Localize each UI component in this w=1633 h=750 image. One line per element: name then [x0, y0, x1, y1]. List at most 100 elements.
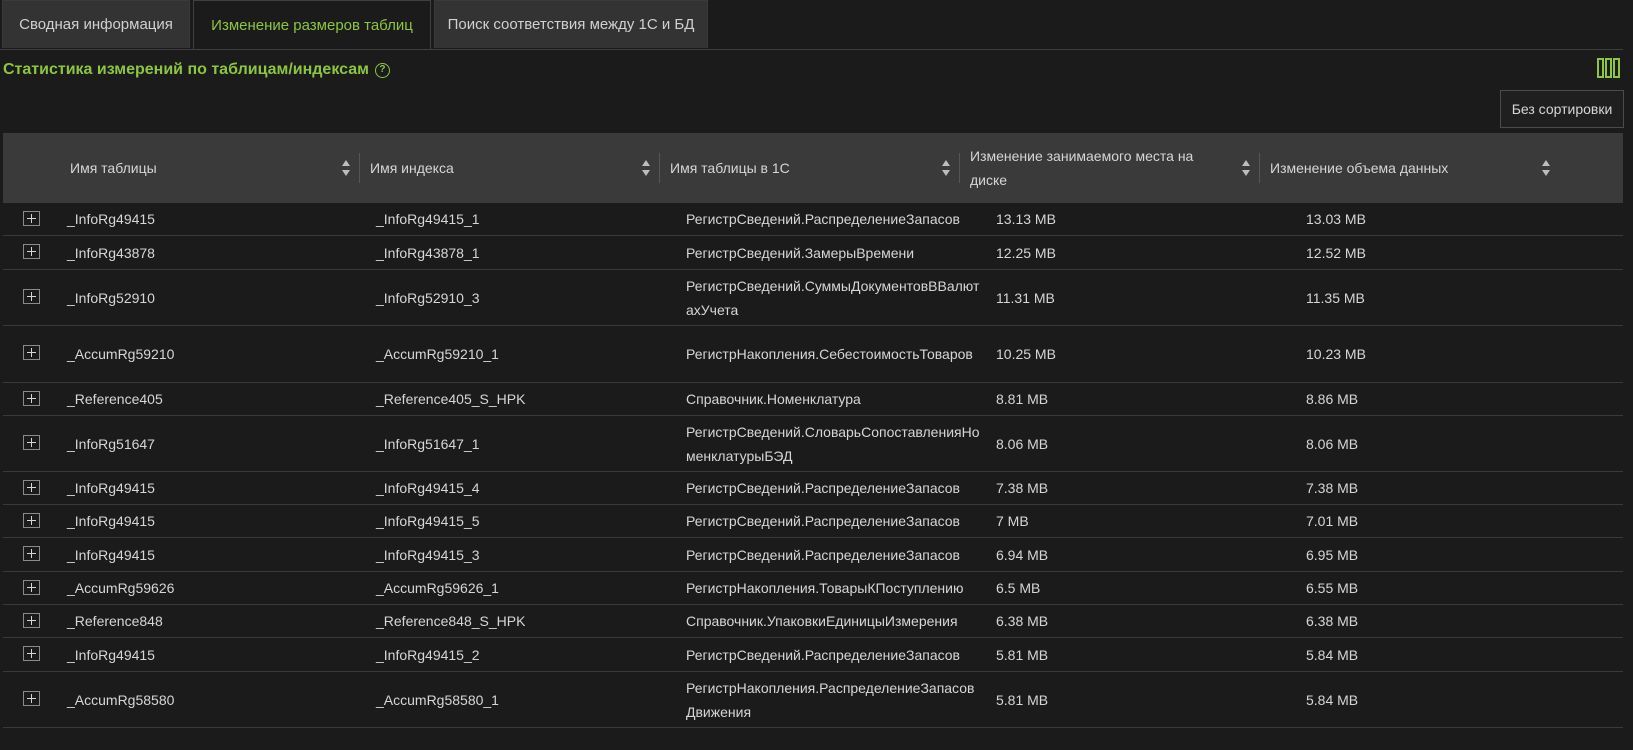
tab-summary[interactable]: Сводная информация — [2, 0, 190, 48]
cell-data-change: 8.06 MB — [1306, 435, 1359, 452]
cell-data-change: 8.86 MB — [1306, 391, 1359, 407]
column-header-data-change[interactable]: Изменение объема данных — [1259, 133, 1559, 203]
expand-row-icon[interactable] — [23, 646, 40, 661]
cell-1c-table-name: РегистрСведений.СуммыДокументовВВалютахУ… — [686, 277, 980, 318]
cell-1c-table-name: РегистрСведений.РаспределениеЗапасов — [686, 211, 960, 227]
table-row[interactable]: _InfoRg49415 _InfoRg49415_2 РегистрСведе… — [3, 638, 1623, 672]
tab-bar: Сводная информация Изменение размеров та… — [0, 0, 1623, 50]
cell-index-name: _InfoRg49415_5 — [376, 513, 480, 529]
expand-row-icon[interactable] — [23, 513, 40, 528]
cell-data-change: 7.38 MB — [1306, 480, 1359, 496]
cell-data-change: 5.84 MB — [1306, 646, 1359, 663]
cell-data-change: 10.23 MB — [1306, 346, 1366, 362]
cell-disk-change: 8.81 MB — [996, 391, 1049, 407]
cell-1c-table-name: РегистрСведений.РаспределениеЗапасов — [686, 546, 960, 563]
expand-row-icon[interactable] — [23, 244, 40, 259]
expand-row-icon[interactable] — [23, 345, 40, 360]
expand-row-icon[interactable] — [23, 435, 40, 450]
column-header-disk-change[interactable]: Изменение занимаемого места на диске — [959, 133, 1259, 203]
cell-1c-table-name: РегистрСведений.РаспределениеЗапасов — [686, 646, 960, 663]
cell-index-name: _InfoRg49415_3 — [376, 546, 480, 563]
table-row[interactable]: _InfoRg49415 _InfoRg49415_1 РегистрСведе… — [3, 203, 1623, 236]
column-header-table-name[interactable]: Имя таблицы — [59, 133, 359, 203]
cell-index-name: _AccumRg59626_1 — [376, 580, 499, 596]
sort-mode-button[interactable]: Без сортировки — [1500, 90, 1624, 128]
expand-row-icon[interactable] — [23, 211, 40, 226]
tab-1c-db-matching[interactable]: Поиск соответствия между 1С и БД — [434, 0, 708, 48]
cell-disk-change: 6.5 MB — [996, 580, 1041, 596]
cell-index-name: _AccumRg58580_1 — [376, 691, 499, 708]
table-row[interactable]: _AccumRg59210 _AccumRg59210_1 РегистрНак… — [3, 326, 1623, 383]
expand-row-icon[interactable] — [23, 546, 40, 561]
cell-index-name: _Reference405_S_HPK — [376, 391, 526, 407]
table-row[interactable]: _Reference848 _Reference848_S_HPK Справо… — [3, 605, 1623, 638]
table-row[interactable]: _AccumRg59626 _AccumRg59626_1 РегистрНак… — [3, 572, 1623, 605]
cell-index-name: _InfoRg51647_1 — [376, 435, 480, 452]
cell-1c-table-name: РегистрНакопления.ТоварыКПоступлению — [686, 580, 964, 596]
expand-row-icon[interactable] — [23, 580, 40, 595]
table-row[interactable]: _InfoRg52910 _InfoRg52910_3 РегистрСведе… — [3, 270, 1623, 326]
column-header-label: Имя индекса — [370, 160, 454, 176]
cell-disk-change: 8.06 MB — [996, 435, 1049, 452]
table-row[interactable]: _InfoRg43878 _InfoRg43878_1 РегистрСведе… — [3, 236, 1623, 270]
cell-disk-change: 6.38 MB — [996, 613, 1049, 629]
cell-table-name: _Reference405 — [67, 391, 163, 407]
cell-data-change: 6.95 MB — [1306, 546, 1359, 563]
cell-1c-table-name: Справочник.УпаковкиЕдиницыИзмерения — [686, 613, 958, 629]
column-header-index-name[interactable]: Имя индекса — [359, 133, 659, 203]
cell-disk-change: 7.38 MB — [996, 480, 1049, 496]
cell-data-change: 5.84 MB — [1306, 691, 1359, 708]
cell-index-name: _InfoRg49415_4 — [376, 480, 480, 496]
cell-table-name: _InfoRg51647 — [67, 435, 155, 452]
sort-arrows-icon — [342, 160, 350, 176]
cell-index-name: _InfoRg49415_2 — [376, 646, 480, 663]
table-body: _InfoRg49415 _InfoRg49415_1 РегистрСведе… — [3, 203, 1623, 728]
cell-1c-table-name: РегистрСведений.ЗамерыВремени — [686, 244, 915, 261]
cell-disk-change: 6.94 MB — [996, 546, 1049, 563]
table-row[interactable]: _InfoRg51647 _InfoRg51647_1 РегистрСведе… — [3, 416, 1623, 472]
cell-table-name: _AccumRg59626 — [67, 580, 175, 596]
cell-index-name: _Reference848_S_HPK — [376, 613, 526, 629]
cell-table-name: _AccumRg58580 — [67, 691, 175, 708]
cell-table-name: _InfoRg49415 — [67, 513, 155, 529]
sort-arrows-icon — [1542, 160, 1550, 176]
table-header: Имя таблицы Имя индекса Имя таблицы в 1С… — [3, 133, 1623, 203]
cell-1c-table-name: РегистрСведений.РаспределениеЗапасов — [686, 480, 960, 496]
table-row[interactable]: _InfoRg49415 _InfoRg49415_5 РегистрСведе… — [3, 505, 1623, 538]
table-row[interactable]: _InfoRg49415 _InfoRg49415_4 РегистрСведе… — [3, 472, 1623, 505]
table-row[interactable]: _AccumRg58580 _AccumRg58580_1 РегистрНак… — [3, 672, 1623, 728]
expand-row-icon[interactable] — [23, 613, 40, 628]
cell-disk-change: 10.25 MB — [996, 346, 1056, 362]
tab-table-size-changes[interactable]: Изменение размеров таблиц — [193, 0, 431, 49]
expand-row-icon[interactable] — [23, 289, 40, 304]
cell-index-name: _AccumRg59210_1 — [376, 346, 499, 362]
cell-index-name: _InfoRg49415_1 — [376, 211, 480, 227]
cell-disk-change: 13.13 MB — [996, 211, 1056, 227]
columns-icon[interactable] — [1597, 58, 1620, 78]
table-row[interactable]: _Reference405 _Reference405_S_HPK Справо… — [3, 383, 1623, 416]
expand-row-icon[interactable] — [23, 480, 40, 495]
stats-table: Имя таблицы Имя индекса Имя таблицы в 1С… — [3, 133, 1623, 728]
sort-arrows-icon — [1242, 160, 1250, 176]
column-header-label: Имя таблицы — [70, 160, 157, 176]
cell-table-name: _Reference848 — [67, 613, 163, 629]
cell-1c-table-name: РегистрНакопления.СебестоимостьТоваров — [686, 346, 973, 362]
expand-row-icon[interactable] — [23, 691, 40, 706]
cell-table-name: _InfoRg49415 — [67, 211, 155, 227]
cell-disk-change: 7 MB — [996, 513, 1029, 529]
column-header-label: Имя таблицы в 1С — [670, 160, 790, 176]
cell-disk-change: 11.31 MB — [996, 289, 1055, 306]
table-row[interactable]: _InfoRg49415 _InfoRg49415_3 РегистрСведе… — [3, 538, 1623, 572]
help-circle-icon[interactable]: ? — [374, 62, 390, 78]
cell-data-change: 6.38 MB — [1306, 613, 1359, 629]
section-title: Статистика измерений по таблицам/индекса… — [3, 61, 369, 78]
cell-disk-change: 5.81 MB — [996, 646, 1049, 663]
cell-data-change: 6.55 MB — [1306, 580, 1359, 596]
expand-row-icon[interactable] — [23, 391, 40, 406]
cell-table-name: _InfoRg49415 — [67, 480, 155, 496]
cell-data-change: 13.03 MB — [1306, 211, 1366, 227]
column-header-1c-table-name[interactable]: Имя таблицы в 1С — [659, 133, 959, 203]
cell-table-name: _AccumRg59210 — [67, 346, 175, 362]
cell-1c-table-name: РегистрСведений.РаспределениеЗапасов — [686, 513, 960, 529]
cell-table-name: _InfoRg49415 — [67, 546, 155, 563]
